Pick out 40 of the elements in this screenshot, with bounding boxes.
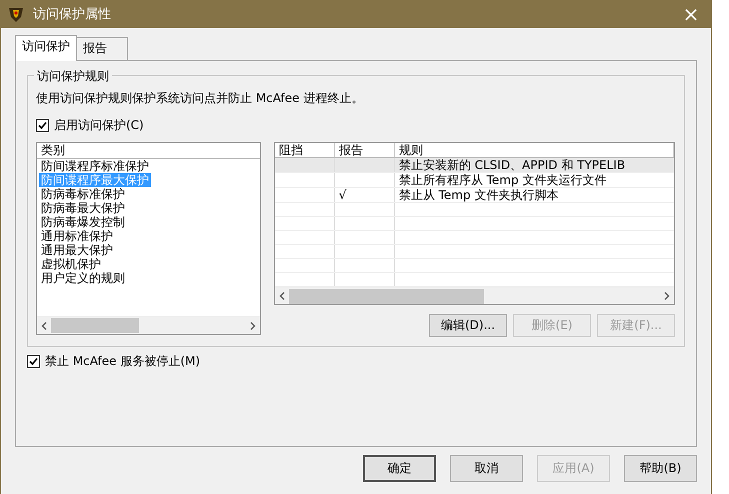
group-title: 访问保护规则 (34, 68, 112, 85)
list-item[interactable]: 防病毒最大保护 (39, 201, 127, 215)
table-row[interactable]: 禁止安装新的 CLSID、APPID 和 TYPELIB (274, 158, 674, 173)
dialog-button[interactable]: 帮助(B) (624, 455, 697, 482)
dialog-button[interactable]: 确定 (363, 455, 436, 482)
horizontal-scrollbar[interactable] (274, 287, 674, 304)
list-item[interactable]: 虚拟机保护 (39, 257, 103, 271)
table-cell: 禁止所有程序从 Temp 文件夹运行文件 (398, 173, 606, 187)
column-header[interactable]: 规则 (394, 143, 674, 157)
column-header[interactable]: 报告 (334, 143, 395, 157)
checkbox-label: 启用访问保护(C) (54, 117, 144, 134)
description-text: 使用访问保护规则保护系统访问点并防止 McAfee 进程终止。 (36, 90, 364, 107)
list-item[interactable]: 防病毒爆发控制 (39, 215, 127, 229)
table-cell: 禁止安装新的 CLSID、APPID 和 TYPELIB (398, 158, 626, 172)
list-item[interactable]: 防病毒标准保护 (39, 187, 127, 201)
list-item[interactable]: 用户定义的规则 (39, 271, 127, 285)
scroll-right-icon[interactable] (664, 292, 670, 300)
scroll-left-icon[interactable] (41, 322, 47, 330)
tab[interactable]: 访问保护 (15, 35, 77, 61)
table-cell: 禁止从 Temp 文件夹执行脚本 (398, 188, 558, 202)
column-header[interactable]: 阻挡 (274, 143, 335, 157)
close-button[interactable]: × (671, 2, 711, 26)
scroll-right-icon[interactable] (250, 322, 256, 330)
table-row[interactable]: √ 禁止从 Temp 文件夹执行脚本 (274, 188, 674, 203)
tab[interactable]: 报告 (77, 37, 128, 60)
column-header[interactable]: 类别 (37, 143, 260, 159)
action-button[interactable]: 编辑(D)... (429, 314, 507, 337)
list-item[interactable]: 通用标准保护 (39, 229, 115, 243)
table-row[interactable]: 禁止所有程序从 Temp 文件夹运行文件 (274, 173, 674, 188)
checkbox[interactable] (27, 355, 40, 368)
list-item[interactable]: 通用最大保护 (39, 243, 115, 257)
checkbox-label: 禁止 McAfee 服务被停止(M) (45, 353, 200, 370)
table-cell: √ (338, 188, 346, 202)
shield-icon (7, 5, 25, 23)
horizontal-scrollbar[interactable] (37, 316, 260, 334)
checkbox[interactable] (36, 119, 49, 132)
list-item[interactable]: 防间谍程序标准保护 (39, 159, 151, 173)
scroll-left-icon[interactable] (278, 292, 285, 300)
dialog-button[interactable]: 取消 (450, 455, 523, 482)
window-title: 访问保护属性 (33, 6, 112, 23)
